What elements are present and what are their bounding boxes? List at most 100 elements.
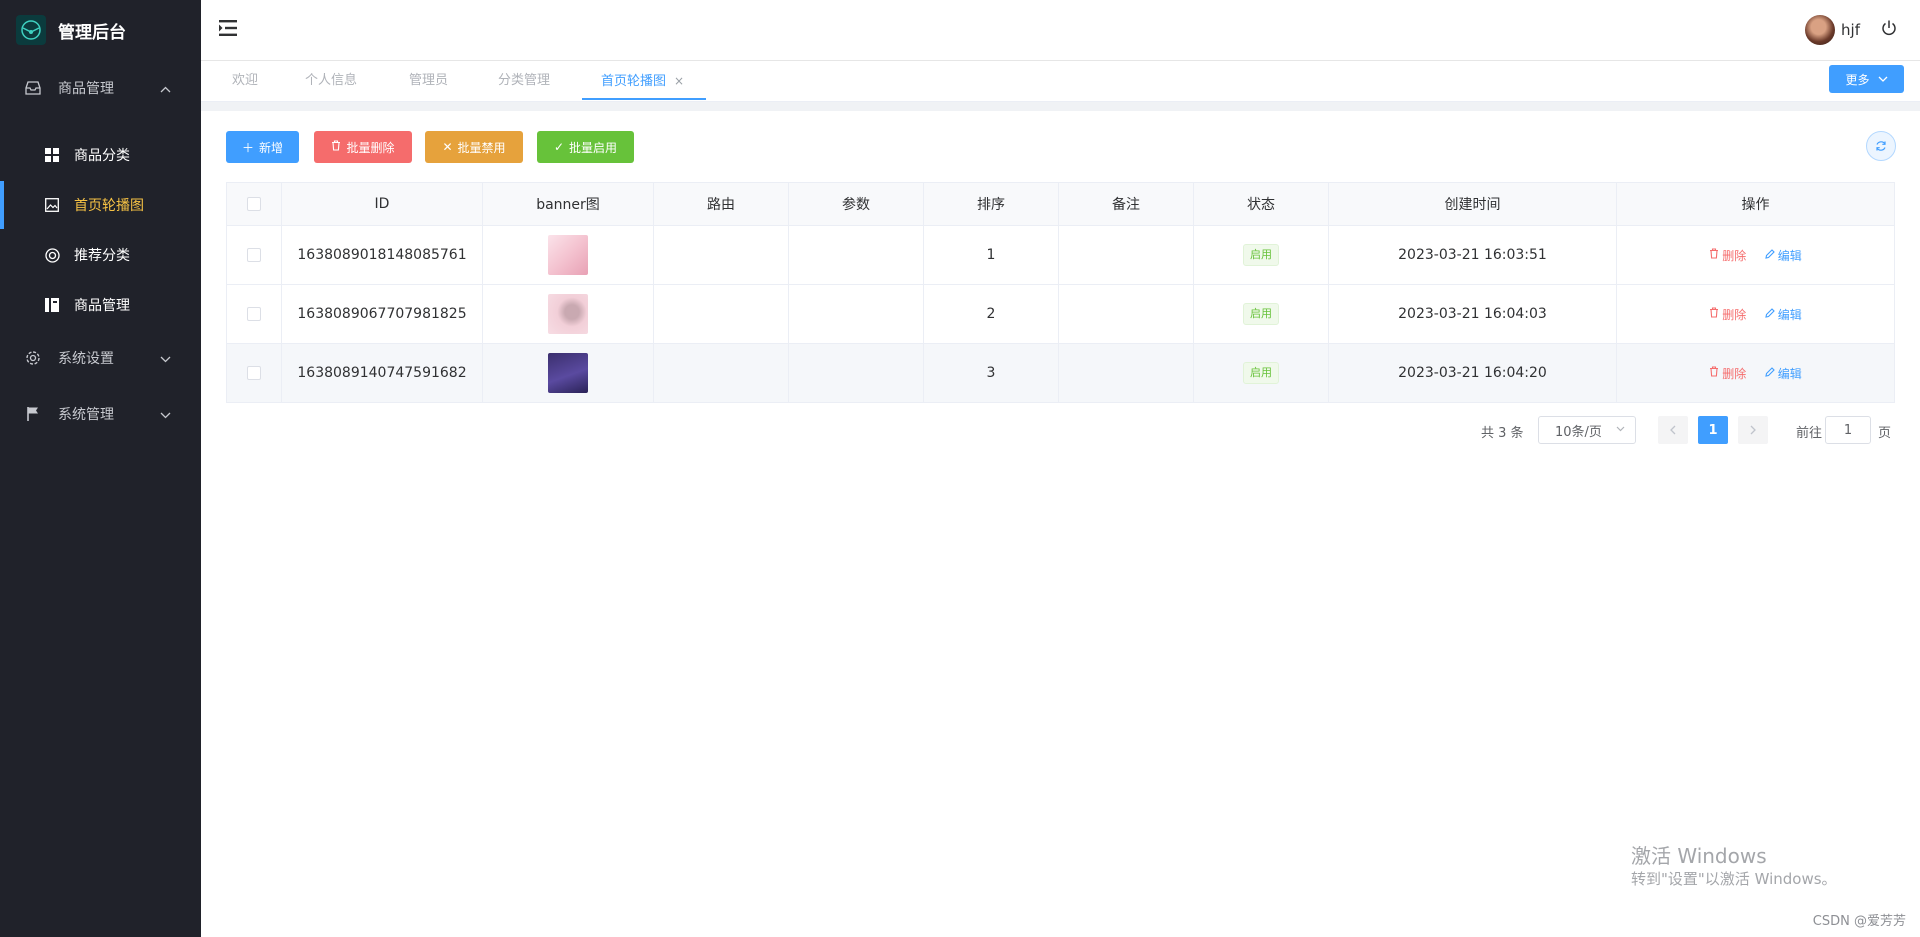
banner-cell bbox=[482, 225, 654, 285]
trash-icon bbox=[1709, 366, 1719, 380]
row-select-cell[interactable] bbox=[226, 343, 282, 403]
actions-cell: 删除 编辑 bbox=[1616, 343, 1895, 403]
column-header: ID bbox=[281, 182, 483, 226]
menu-group-system[interactable]: 系统管理 bbox=[0, 390, 201, 438]
main-content: ＋ 新增 批量删除 ✕ 批量禁用 ✓ 批量启用 ID banner图 路由 参数… bbox=[201, 111, 1920, 937]
page-number-button[interactable]: 1 bbox=[1698, 416, 1728, 444]
menu-group-label: 系统管理 bbox=[58, 407, 114, 423]
sidebar-item-recommend[interactable]: 推荐分类 bbox=[0, 231, 201, 279]
page-size-value: 10条/页 bbox=[1555, 424, 1602, 440]
created-cell: 2023-03-21 16:04:20 bbox=[1328, 343, 1617, 403]
refresh-button[interactable] bbox=[1866, 131, 1896, 161]
page-size-select[interactable]: 10条/页 bbox=[1538, 416, 1636, 444]
select-all-cell[interactable] bbox=[226, 182, 282, 226]
tab-profile[interactable]: 个人信息 bbox=[305, 61, 357, 100]
remark-cell bbox=[1058, 284, 1194, 344]
banner-thumbnail[interactable] bbox=[548, 294, 588, 334]
edit-label: 编辑 bbox=[1777, 366, 1802, 381]
select-all-checkbox[interactable] bbox=[247, 197, 261, 211]
lifebuoy-icon bbox=[44, 247, 60, 263]
created-cell: 2023-03-21 16:04:03 bbox=[1328, 284, 1617, 344]
activation-watermark-title: 激活 Windows bbox=[1631, 844, 1767, 868]
batch-disable-label: 批量禁用 bbox=[457, 140, 506, 155]
row-checkbox[interactable] bbox=[247, 307, 261, 321]
more-button[interactable]: 更多 bbox=[1829, 65, 1904, 93]
sidebar-item-category[interactable]: 商品分类 bbox=[0, 131, 201, 179]
delete-button[interactable]: 删除 bbox=[1709, 247, 1746, 264]
sort-cell: 3 bbox=[923, 343, 1059, 403]
chevron-up-icon bbox=[160, 81, 171, 97]
user-menu[interactable]: hjf bbox=[1805, 15, 1860, 45]
delete-label: 删除 bbox=[1722, 366, 1747, 381]
avatar[interactable] bbox=[1805, 15, 1836, 45]
plus-icon: ＋ bbox=[241, 140, 254, 155]
delete-button[interactable]: 删除 bbox=[1709, 306, 1746, 323]
tab-admins[interactable]: 管理员 bbox=[409, 61, 448, 100]
edit-icon bbox=[1765, 307, 1775, 321]
batch-delete-button[interactable]: 批量删除 bbox=[314, 131, 412, 163]
top-header: hjf bbox=[201, 0, 1920, 61]
more-label: 更多 bbox=[1845, 72, 1870, 87]
goto-page-input[interactable] bbox=[1825, 416, 1871, 444]
batch-disable-button[interactable]: ✕ 批量禁用 bbox=[425, 131, 523, 163]
menu-group-settings[interactable]: 系统设置 bbox=[0, 334, 201, 382]
username[interactable]: hjf bbox=[1841, 21, 1860, 39]
power-icon[interactable] bbox=[1880, 19, 1898, 37]
created-cell: 2023-03-21 16:03:51 bbox=[1328, 225, 1617, 285]
close-icon: ✕ bbox=[442, 140, 453, 154]
sidebar: 管理后台 商品管理 商品分类 首页轮播图 推荐分类 商品管理 系统设置 系统管理 bbox=[0, 0, 201, 937]
batch-enable-button[interactable]: ✓ 批量启用 bbox=[537, 131, 634, 163]
route-cell bbox=[653, 343, 789, 403]
edit-icon bbox=[1765, 248, 1775, 262]
table-row: 1638089140747591682 3 启用 2023-03-21 16:0… bbox=[226, 343, 1895, 403]
add-button[interactable]: ＋ 新增 bbox=[226, 131, 299, 163]
sidebar-item-banner[interactable]: 首页轮播图 bbox=[0, 181, 201, 229]
tab-banner-label: 首页轮播图 bbox=[601, 74, 667, 89]
next-page-button[interactable] bbox=[1738, 416, 1768, 444]
edit-button[interactable]: 编辑 bbox=[1765, 365, 1802, 382]
menu-group-label: 商品管理 bbox=[58, 81, 114, 97]
sidebar-item-goods[interactable]: 商品管理 bbox=[0, 281, 201, 329]
tab-category[interactable]: 分类管理 bbox=[498, 61, 550, 100]
prev-page-button[interactable] bbox=[1658, 416, 1688, 444]
column-header: 备注 bbox=[1058, 182, 1194, 226]
route-cell bbox=[653, 284, 789, 344]
sidebar-item-label: 推荐分类 bbox=[74, 248, 130, 264]
tab-banner[interactable]: 首页轮播图 × bbox=[601, 61, 684, 100]
tab-welcome[interactable]: 欢迎 bbox=[232, 61, 258, 100]
activation-watermark-subtitle: 转到"设置"以激活 Windows。 bbox=[1631, 870, 1837, 888]
flag-icon bbox=[24, 405, 42, 423]
remark-cell bbox=[1058, 225, 1194, 285]
delete-button[interactable]: 删除 bbox=[1709, 365, 1746, 382]
banner-thumbnail[interactable] bbox=[548, 235, 588, 275]
status-cell: 启用 bbox=[1193, 343, 1329, 403]
chevron-right-icon bbox=[1750, 425, 1756, 435]
edit-button[interactable]: 编辑 bbox=[1765, 247, 1802, 264]
banner-thumbnail[interactable] bbox=[548, 353, 588, 393]
params-cell bbox=[788, 225, 924, 285]
box-icon bbox=[44, 297, 60, 313]
menu-toggle-icon[interactable] bbox=[219, 19, 239, 37]
row-select-cell[interactable] bbox=[226, 225, 282, 285]
inbox-icon bbox=[24, 79, 42, 97]
column-header: banner图 bbox=[482, 182, 654, 226]
edit-label: 编辑 bbox=[1777, 307, 1802, 322]
chevron-down-icon bbox=[1878, 76, 1888, 82]
status-badge: 启用 bbox=[1243, 303, 1279, 325]
edit-button[interactable]: 编辑 bbox=[1765, 306, 1802, 323]
chevron-down-icon bbox=[1616, 424, 1625, 435]
close-icon[interactable]: × bbox=[674, 74, 684, 88]
chevron-down-icon bbox=[160, 351, 171, 367]
params-cell bbox=[788, 284, 924, 344]
actions-cell: 删除 编辑 bbox=[1616, 225, 1895, 285]
row-checkbox[interactable] bbox=[247, 366, 261, 380]
app-logo-icon bbox=[16, 15, 46, 45]
row-select-cell[interactable] bbox=[226, 284, 282, 344]
menu-group-goods[interactable]: 商品管理 bbox=[0, 64, 201, 112]
row-checkbox[interactable] bbox=[247, 248, 261, 262]
add-label: 新增 bbox=[259, 140, 284, 155]
banner-table: ID banner图 路由 参数 排序 备注 状态 创建时间 操作 163808… bbox=[226, 182, 1895, 403]
actions-cell: 删除 编辑 bbox=[1616, 284, 1895, 344]
status-badge: 启用 bbox=[1243, 244, 1279, 266]
sort-cell: 1 bbox=[923, 225, 1059, 285]
